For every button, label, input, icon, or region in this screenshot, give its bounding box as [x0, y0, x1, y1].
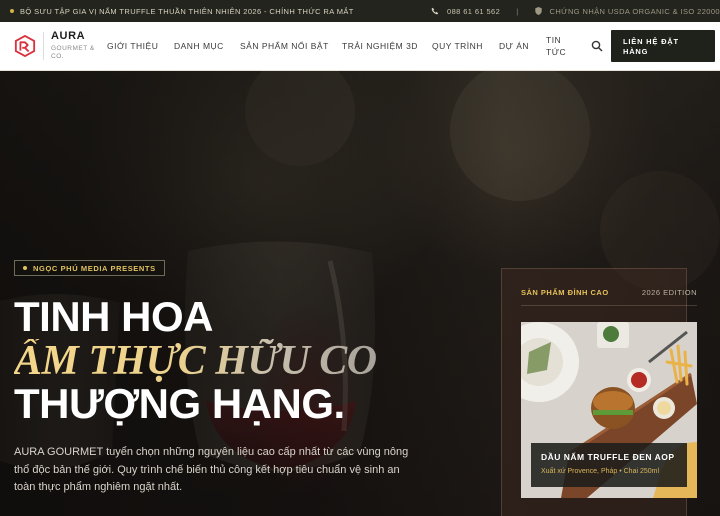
shield-icon — [534, 7, 542, 15]
card-divider — [521, 305, 697, 306]
hero-title-line1: TINH HOA — [14, 293, 214, 340]
product-name: DẦU NẤM TRUFFLE ĐEN AOP — [541, 452, 675, 462]
hero-description: AURA GOURMET tuyển chọn những nguyên liệ… — [14, 446, 409, 493]
main-nav: GIỚI THIỆU DANH MỤC SẢN PHẨM NỔI BẬT TRẢ… — [107, 22, 603, 70]
nav-gioi-thieu[interactable]: GIỚI THIỆU — [107, 40, 174, 52]
logo-divider — [43, 32, 44, 60]
card-edition: 2026 EDITION — [641, 288, 697, 297]
presenter-badge: NGỌC PHÚ MEDIA PRESENTS — [14, 260, 165, 276]
announcement-text: BỘ SƯU TẬP GIA VỊ NẤM TRUFFLE THUẦN THIÊ… — [20, 6, 354, 16]
brand-name: AURA — [51, 30, 86, 42]
topbar-separator: | — [516, 6, 519, 16]
nav-tin-tuc[interactable]: TIN TỨC — [546, 34, 575, 58]
badge-dot-icon — [23, 266, 27, 270]
bullet-icon — [10, 9, 14, 13]
product-caption: DẦU NẤM TRUFFLE ĐEN AOP Xuất xứ Provence… — [531, 443, 687, 487]
hero-title-line2: ẨM THỰC HỮU CO — [14, 338, 377, 384]
brand-subtitle: GOURMET & CO. — [51, 45, 95, 60]
logo[interactable]: AURA GOURMET & CO. — [14, 31, 106, 61]
site-header: AURA GOURMET & CO. GIỚI THIỆU DANH MỤC S… — [0, 22, 720, 71]
nav-du-an[interactable]: DỰ ÁN — [499, 40, 546, 52]
nav-trai-nghiem-3d[interactable]: TRẢI NGHIỆM 3D — [342, 40, 432, 52]
hero-title-line3: THƯỢNG HẠNG. — [14, 380, 345, 427]
hero-section: NGỌC PHÚ MEDIA PRESENTS TINH HOA ẨM THỰC… — [0, 71, 720, 516]
card-title: SẢN PHẨM ĐỈNH CAO — [521, 288, 609, 297]
search-icon[interactable] — [591, 40, 603, 52]
nav-san-pham-noi-bat[interactable]: SẢN PHẨM NỔI BẬT — [240, 40, 342, 52]
phone-icon — [431, 7, 439, 15]
product-image[interactable]: DẦU NẤM TRUFFLE ĐEN AOP Xuất xứ Provence… — [521, 322, 697, 498]
nav-quy-trinh[interactable]: QUY TRÌNH — [432, 40, 499, 52]
announcement-bar: BỘ SƯU TẬP GIA VỊ NẤM TRUFFLE THUẦN THIÊ… — [0, 0, 720, 22]
phone-number[interactable]: 088 61 61 562 — [447, 7, 500, 16]
badge-text: NGỌC PHÚ MEDIA PRESENTS — [33, 263, 156, 273]
product-detail: Xuất xứ Provence, Pháp • Chai 250ml — [541, 468, 660, 475]
logo-mark-icon — [14, 35, 36, 57]
contact-order-button[interactable]: LIÊN HỆ ĐẶT HÀNG — [611, 30, 715, 62]
featured-product-card[interactable]: SẢN PHẨM ĐỈNH CAO 2026 EDITION DẦU NẤM T… — [501, 268, 697, 516]
nav-danh-muc[interactable]: DANH MỤC — [174, 40, 240, 52]
certification-text: CHỨNG NHẬN USDA ORGANIC & ISO 22000 — [549, 6, 720, 16]
topbar-contacts: 088 61 61 562 | CHỨNG NHẬN USDA ORGANIC … — [431, 7, 720, 16]
